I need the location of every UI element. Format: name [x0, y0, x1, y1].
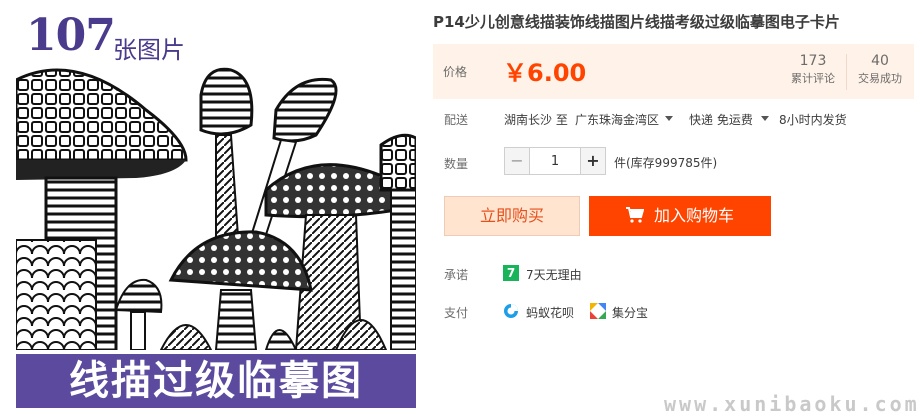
- price-value: ￥6.00: [503, 59, 587, 87]
- cart-icon: [625, 207, 644, 223]
- ship-to-select[interactable]: 广东珠海金湾区: [575, 111, 659, 128]
- shipping-label: 配送: [444, 113, 469, 127]
- payment-method-jifenbao[interactable]: 集分宝: [612, 304, 648, 321]
- promise-text[interactable]: 7天无理由: [526, 266, 582, 283]
- stat-divider: [846, 54, 847, 90]
- payment-label: 支付: [444, 306, 469, 320]
- quantity-plus-button[interactable]: +: [580, 147, 606, 175]
- banner-text: 线描过级临摹图: [69, 358, 363, 404]
- mushroom-illustration: [16, 67, 416, 350]
- shipping-method-select[interactable]: 快递 免运费: [689, 111, 753, 128]
- quantity-label: 数量: [444, 157, 469, 171]
- image-banner: 线描过级临摹图: [16, 354, 416, 408]
- ship-from: 湖南长沙 至: [504, 113, 568, 127]
- stock-text: 件(库存999785件): [614, 156, 718, 170]
- product-image[interactable]: 107 张图片 线描过级临摹图: [0, 0, 422, 418]
- add-to-cart-button[interactable]: 加入购物车: [589, 196, 771, 236]
- reviews-stat[interactable]: 173 累计评论: [781, 51, 845, 87]
- jifenbao-icon: [590, 303, 606, 319]
- reviews-label: 累计评论: [791, 72, 835, 85]
- quantity-minus-button[interactable]: −: [504, 147, 530, 175]
- chevron-down-icon[interactable]: [761, 116, 769, 121]
- dispatch-time: 8小时内发货: [779, 113, 847, 127]
- buy-now-button[interactable]: 立即购买: [444, 196, 580, 236]
- watermark: www.xunibaoku.com: [664, 392, 920, 416]
- sales-count: 40: [871, 53, 889, 69]
- promise-label: 承诺: [444, 268, 469, 282]
- seven-day-return-icon: 7: [503, 265, 519, 281]
- price-label: 价格: [443, 65, 468, 79]
- product-title: P14少儿创意线描装饰线描图片线描考级过级临摹图电子卡片: [433, 13, 840, 31]
- sales-label: 交易成功: [858, 72, 902, 85]
- chevron-down-icon[interactable]: [665, 116, 673, 121]
- sales-stat: 40 交易成功: [849, 51, 911, 87]
- payment-method-huabei[interactable]: 蚂蚁花呗: [526, 304, 574, 321]
- huabei-icon: [504, 304, 518, 318]
- price-panel: 价格 ￥6.00 173 累计评论 40 交易成功: [433, 44, 914, 99]
- quantity-input[interactable]: [529, 147, 581, 175]
- reviews-count: 173: [799, 53, 827, 69]
- add-to-cart-label: 加入购物车: [653, 206, 734, 225]
